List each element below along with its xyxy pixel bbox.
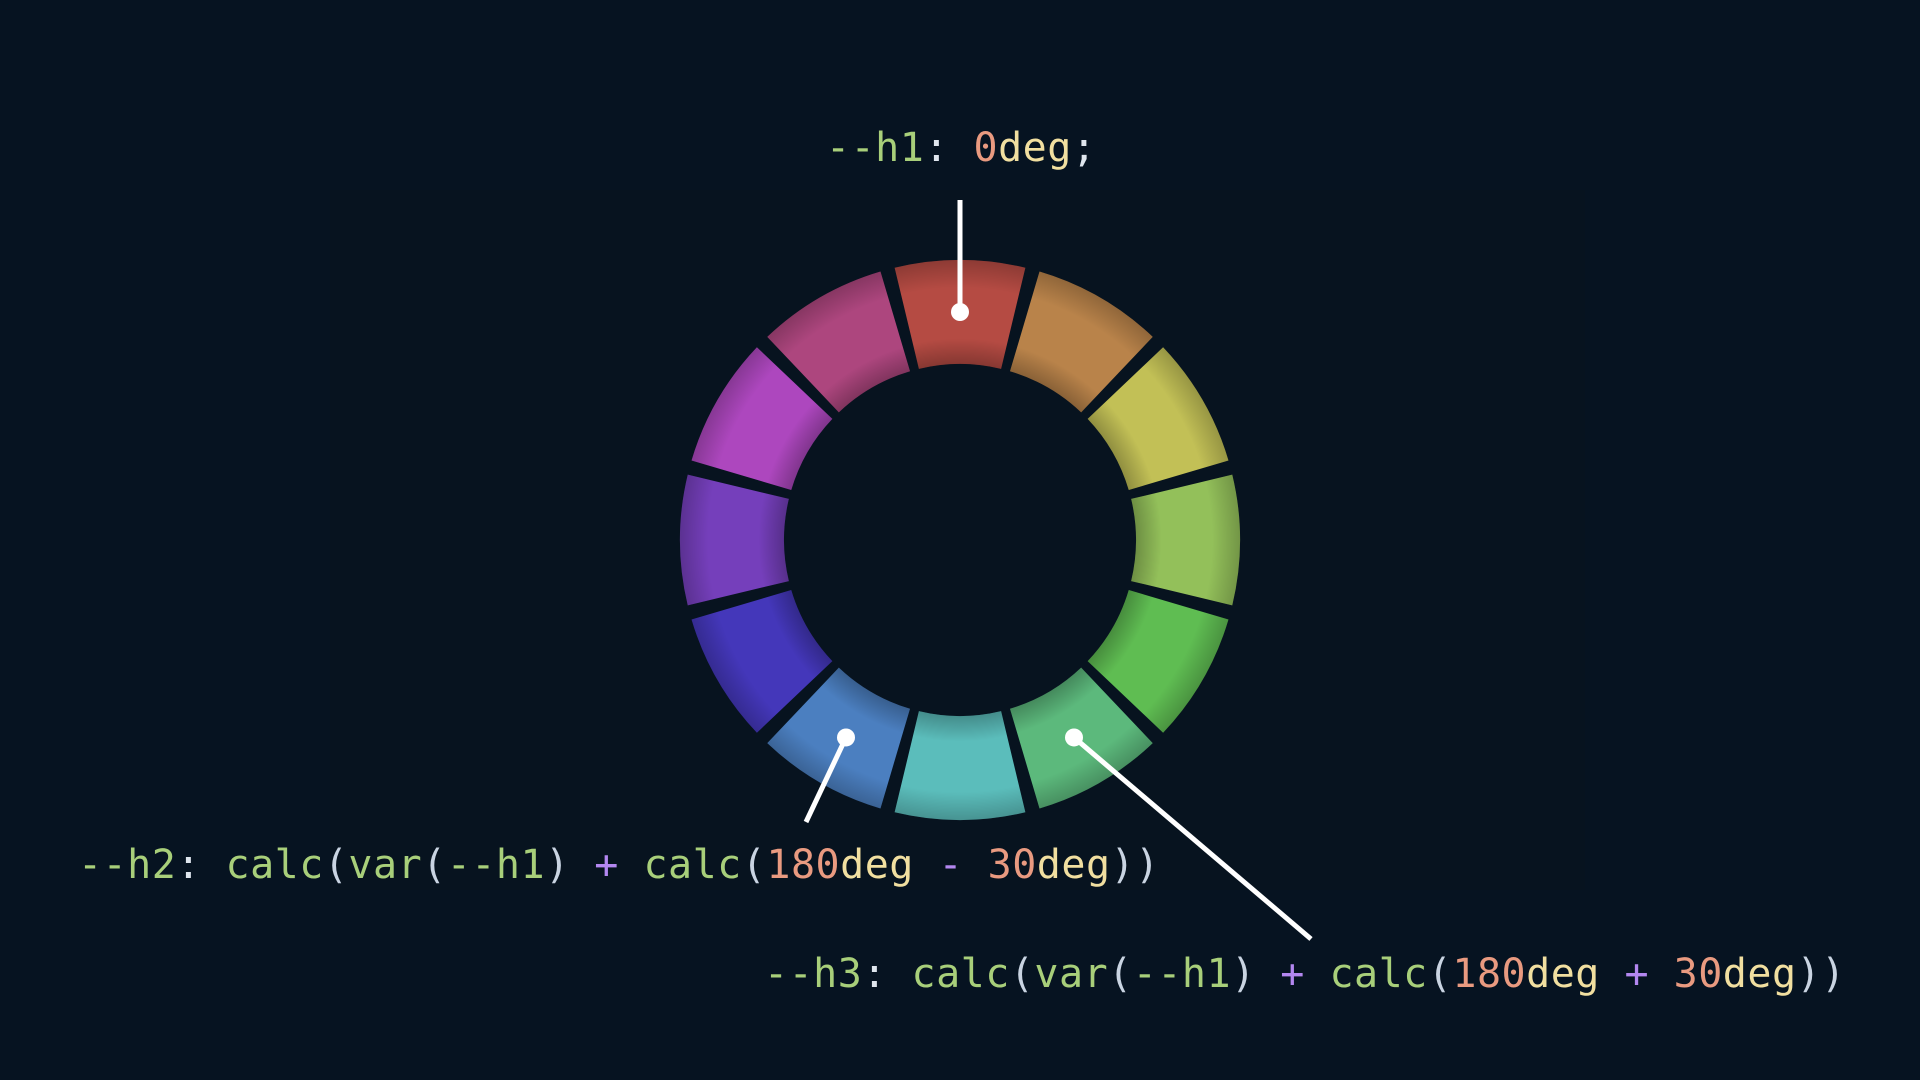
h1-variable-name: --h1 [826, 125, 925, 171]
h2-paren: ( [323, 842, 349, 888]
h2-closing-parens: )) [1110, 842, 1160, 888]
h3-paren: ( [1427, 951, 1453, 997]
label-h2: --h2: calc(var(--h1) + calc(180deg - 30d… [78, 841, 1160, 889]
h3-calc-fn: calc [911, 951, 1010, 997]
h3-paren: ( [1009, 951, 1035, 997]
h2-var-fn: var [348, 842, 423, 888]
wheel-segment-shading [1131, 474, 1240, 606]
h1-number: 0 [973, 125, 999, 171]
h2-unit: deg [840, 842, 914, 888]
h3-variable-name: --h3 [764, 951, 863, 997]
h3-inner-calc-fn: calc [1329, 951, 1428, 997]
h2-inner-calc-fn: calc [643, 842, 742, 888]
h3-var-fn: var [1034, 951, 1109, 997]
label-h3: --h3: calc(var(--h1) + calc(180deg + 30d… [764, 950, 1846, 998]
h2-paren: ( [422, 842, 447, 888]
marker-dot-h3 [1065, 728, 1083, 747]
h2-paren: ) [545, 842, 570, 888]
h2-paren: ( [741, 842, 767, 888]
diagram-canvas: --h1: 0deg; --h2: calc(var(--h1) + calc(… [0, 0, 1920, 1080]
h1-colon: : [924, 125, 974, 171]
h3-plus-operator-2: + [1599, 951, 1674, 997]
marker-dot-h1 [951, 303, 969, 321]
h3-plus-operator: + [1255, 951, 1330, 997]
h2-colon: : [176, 842, 226, 888]
h3-ref: --h1 [1132, 951, 1232, 997]
h2-number-30: 30 [987, 842, 1037, 888]
wheel-segments [680, 260, 1240, 820]
h2-calc-fn: calc [225, 842, 324, 888]
h3-unit: deg [1722, 951, 1797, 997]
wheel-segment-shading [894, 711, 1026, 820]
marker-dot-h2 [837, 728, 855, 747]
h1-semicolon: ; [1071, 125, 1097, 171]
h2-minus-operator: - [913, 842, 988, 888]
label-h1: --h1: 0deg; [826, 124, 1096, 172]
h2-number-180: 180 [766, 842, 841, 888]
leader-line-h3 [1072, 735, 1313, 941]
h3-number-180: 180 [1452, 951, 1527, 997]
h3-closing-parens: )) [1796, 951, 1846, 997]
h3-number-30: 30 [1673, 951, 1723, 997]
h3-paren: ( [1108, 951, 1133, 997]
h2-plus-operator: + [569, 842, 644, 888]
wheel-segment-shading [680, 474, 789, 606]
h2-variable-name: --h2 [78, 842, 177, 888]
h1-unit: deg [998, 125, 1072, 171]
h3-paren: ) [1231, 951, 1256, 997]
h3-unit: deg [1526, 951, 1600, 997]
h2-ref: --h1 [446, 842, 546, 888]
h3-colon: : [862, 951, 912, 997]
h2-unit: deg [1036, 842, 1111, 888]
